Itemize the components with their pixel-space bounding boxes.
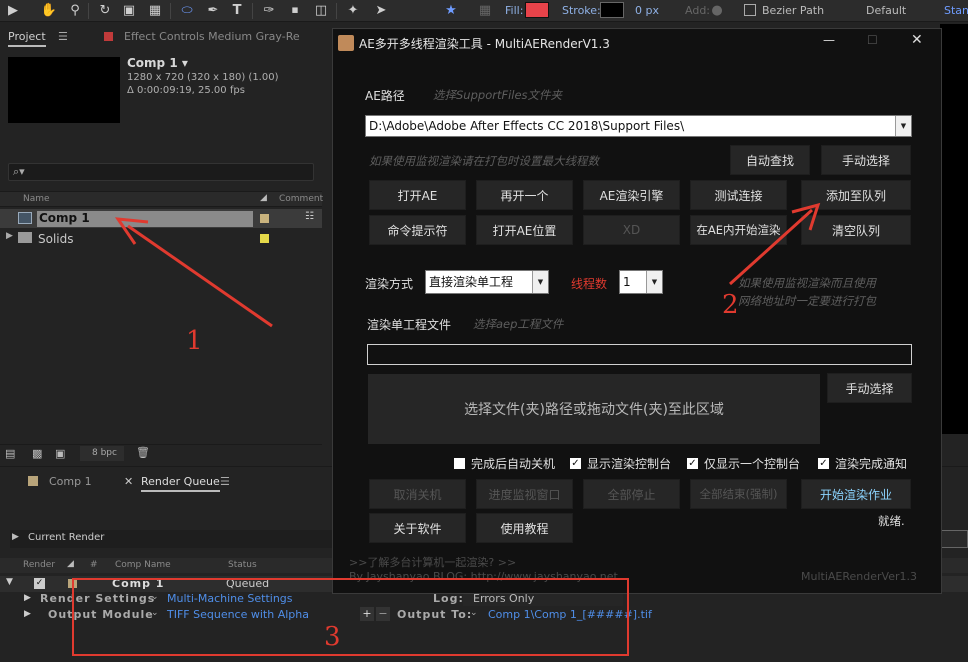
annotation-overlay [72, 202, 821, 656]
annotation-arrow [114, 217, 273, 328]
annotation-arrow [728, 202, 821, 286]
annotation-box [72, 578, 629, 656]
annotation-number: 1 [186, 326, 203, 356]
annotation-number: 2 [722, 290, 739, 320]
annotation-number: 3 [324, 622, 341, 652]
